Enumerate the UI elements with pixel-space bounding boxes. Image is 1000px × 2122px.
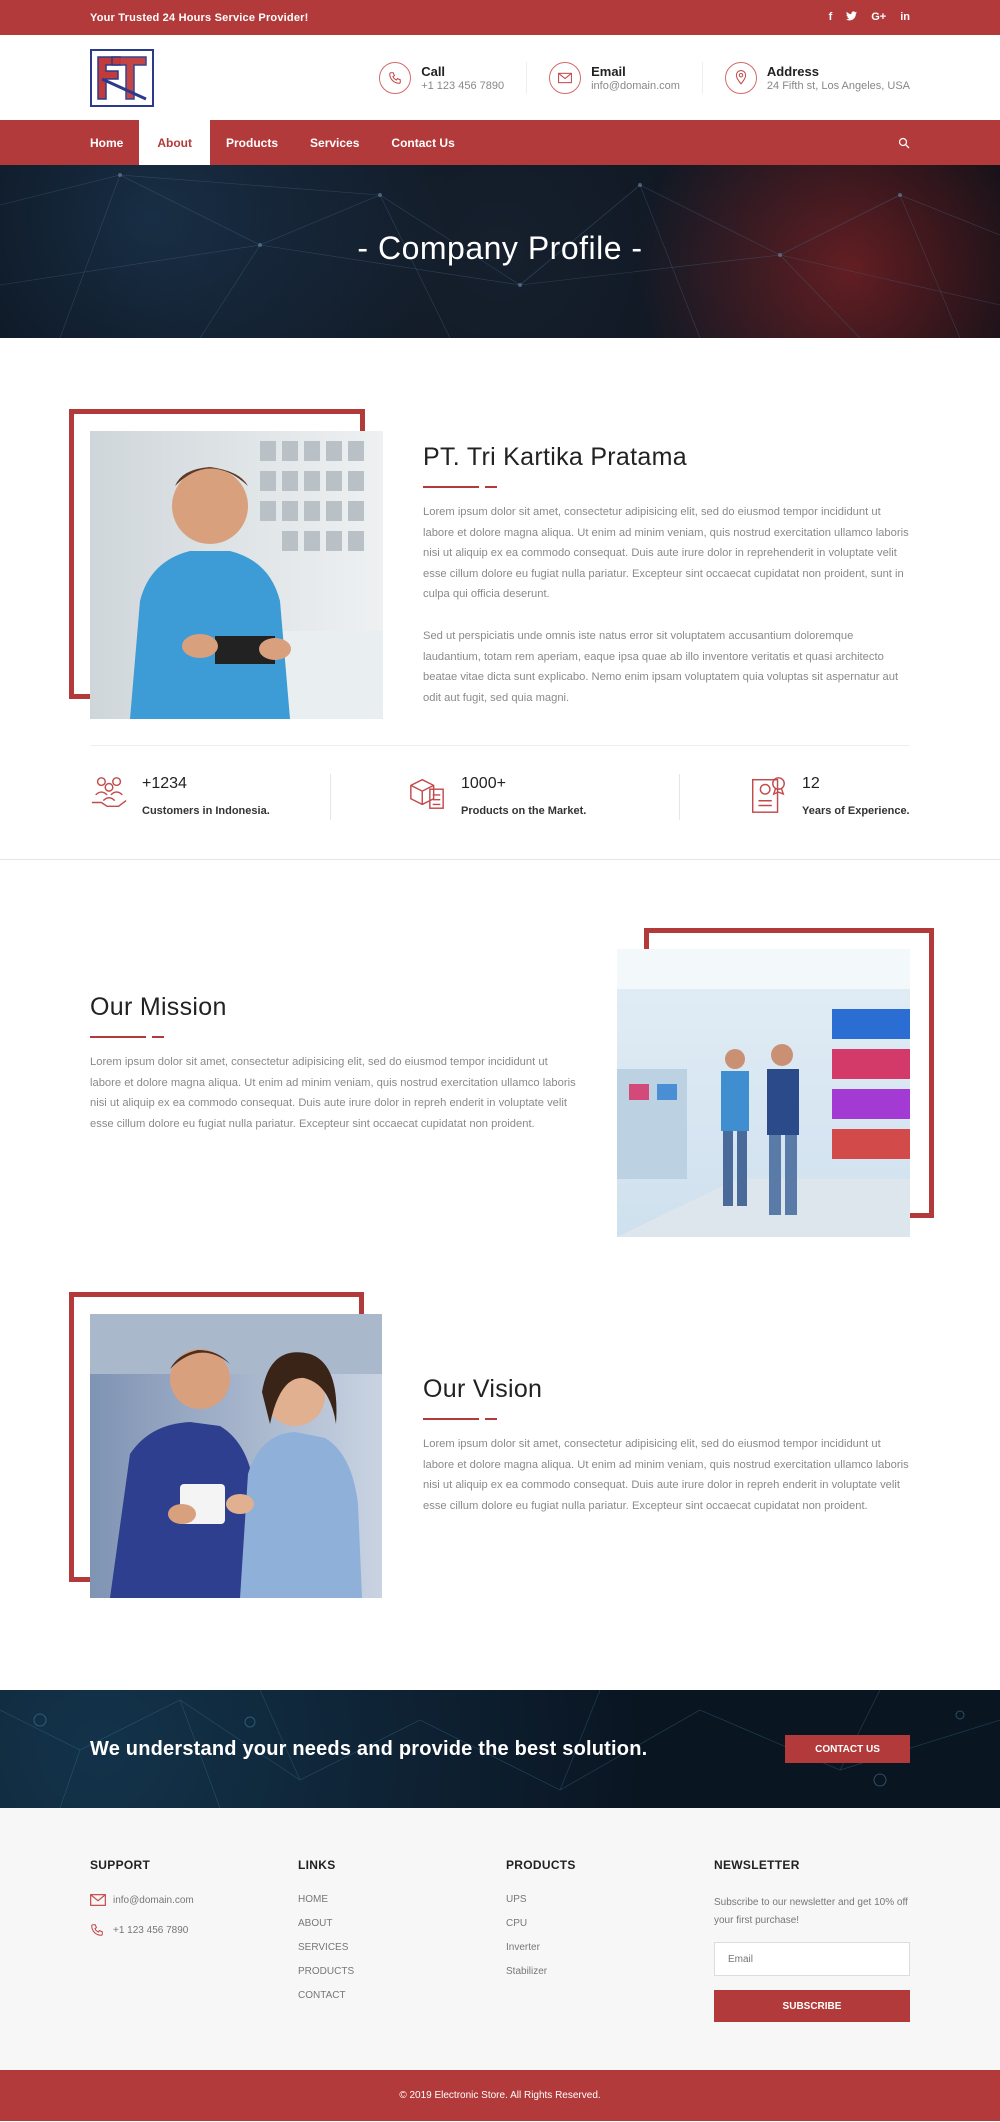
footer-product-inverter[interactable]: Inverter xyxy=(506,1942,714,1953)
contact-address[interactable]: Address 24 Fifth st, Los Angeles, USA xyxy=(701,61,910,94)
contact-address-value: 24 Fifth st, Los Angeles, USA xyxy=(766,79,910,92)
footer-product-stabilizer[interactable]: Stabilizer xyxy=(506,1966,714,1977)
vision-title: Our Vision xyxy=(423,1375,543,1403)
profile-photo xyxy=(90,431,383,719)
header: Call +1 123 456 7890 Email info@domain.c… xyxy=(0,35,1000,120)
footer-product-cpu[interactable]: CPU xyxy=(506,1918,714,1929)
company-logo[interactable] xyxy=(90,48,154,107)
cta-text: We understand your needs and provide the… xyxy=(90,1737,648,1760)
stat-customers: +1234 Customers in Indonesia. xyxy=(90,774,330,821)
footer-support-title: SUPPORT xyxy=(90,1858,151,1872)
mission-section: Our Mission Lorem ipsum dolor sit amet, … xyxy=(0,860,1000,1285)
customers-icon xyxy=(90,774,128,817)
newsletter-text: Subscribe to our newsletter and get 10% … xyxy=(714,1897,908,1926)
footer-newsletter-title: NEWSLETTER xyxy=(714,1858,800,1872)
social-links: f G+ in xyxy=(829,11,910,24)
title-underline xyxy=(423,486,913,488)
footer-link-contact[interactable]: CONTACT xyxy=(298,1990,506,2001)
nav-item-about[interactable]: About xyxy=(139,120,210,165)
linkedin-icon[interactable]: in xyxy=(900,11,910,24)
vision-section: Our Vision Lorem ipsum dolor sit amet, c… xyxy=(0,1285,1000,1690)
mission-photo xyxy=(617,949,910,1237)
phone-icon xyxy=(91,1924,103,1936)
page-banner: - Company Profile - xyxy=(0,165,1000,338)
top-bar: Your Trusted 24 Hours Service Provider! … xyxy=(0,0,1000,35)
stats-divider xyxy=(90,745,910,746)
contact-info: Call +1 123 456 7890 Email info@domain.c… xyxy=(357,61,910,94)
main-nav: Home About Products Services Contact Us xyxy=(0,120,1000,165)
footer-newsletter: NEWSLETTER Subscribe to our newsletter a… xyxy=(714,1858,910,2022)
footer-links-title: LINKS xyxy=(298,1858,336,1872)
footer-link-about[interactable]: ABOUT xyxy=(298,1918,506,1929)
newsletter-email-input[interactable] xyxy=(714,1942,910,1976)
footer-links: LINKS HOME ABOUT SERVICES PRODUCTS CONTA… xyxy=(298,1858,506,2022)
stat-products: 1000+ Products on the Market. xyxy=(331,774,679,821)
twitter-icon[interactable] xyxy=(846,11,858,24)
nav-menu: Home About Products Services Contact Us xyxy=(90,120,471,165)
phone-icon xyxy=(379,61,412,94)
footer-email-text: info@domain.com xyxy=(113,1894,194,1906)
stat-products-number: 1000+ xyxy=(461,775,506,792)
contact-call[interactable]: Call +1 123 456 7890 xyxy=(357,61,526,94)
subscribe-button[interactable]: SUBSCRIBE xyxy=(714,1990,910,2022)
map-pin-icon xyxy=(724,61,757,94)
stat-experience: 12 Years of Experience. xyxy=(680,774,910,821)
company-profile-section: PT. Tri Kartika Pratama Lorem ipsum dolo… xyxy=(0,338,1000,860)
profile-paragraph-2: Sed ut perspiciatis unde omnis iste natu… xyxy=(423,629,899,704)
stats-row: +1234 Customers in Indonesia. 1000+ Prod… xyxy=(90,774,910,821)
mission-title: Our Mission xyxy=(90,993,227,1021)
footer-products: PRODUCTS UPS CPU Inverter Stabilizer xyxy=(506,1858,714,2022)
stat-experience-number: 12 xyxy=(802,775,820,792)
mail-icon xyxy=(549,61,582,94)
title-underline xyxy=(423,1418,913,1420)
stat-experience-label: Years of Experience. xyxy=(802,805,910,817)
contact-call-title: Call xyxy=(421,63,446,79)
footer-link-services[interactable]: SERVICES xyxy=(298,1942,506,1953)
stat-customers-label: Customers in Indonesia. xyxy=(142,805,270,817)
footer-link-home[interactable]: HOME xyxy=(298,1894,506,1905)
contact-email[interactable]: Email info@domain.com xyxy=(526,61,702,94)
certificate-icon xyxy=(748,774,788,821)
cta-banner: We understand your needs and provide the… xyxy=(0,1690,1000,1808)
mission-text: Lorem ipsum dolor sit amet, consectetur … xyxy=(90,1056,576,1130)
profile-paragraph-1: Lorem ipsum dolor sit amet, consectetur … xyxy=(423,506,909,601)
contact-email-value: info@domain.com xyxy=(591,79,680,92)
contact-us-button[interactable]: CONTACT US xyxy=(785,1735,910,1763)
footer-email[interactable]: info@domain.com xyxy=(90,1894,298,1906)
footer-products-title: PRODUCTS xyxy=(506,1858,576,1872)
footer-support: SUPPORT info@domain.com +1 123 456 7890 xyxy=(90,1858,298,2022)
company-name: PT. Tri Kartika Pratama xyxy=(423,443,687,471)
contact-call-value: +1 123 456 7890 xyxy=(421,79,505,92)
contact-email-title: Email xyxy=(591,63,626,79)
footer-phone-text: +1 123 456 7890 xyxy=(113,1924,189,1936)
footer: SUPPORT info@domain.com +1 123 456 7890 … xyxy=(0,1808,1000,2070)
page-title: - Company Profile - xyxy=(357,230,643,266)
products-box-icon xyxy=(407,774,447,817)
search-icon[interactable] xyxy=(898,137,910,149)
nav-item-contact-us[interactable]: Contact Us xyxy=(375,120,470,165)
nav-item-home[interactable]: Home xyxy=(90,120,139,165)
google-plus-icon[interactable]: G+ xyxy=(871,11,886,24)
copyright-bar: © 2019 Electronic Store. All Rights Rese… xyxy=(0,2070,1000,2121)
title-underline xyxy=(90,1036,580,1038)
stat-customers-number: +1234 xyxy=(142,775,187,792)
stat-products-label: Products on the Market. xyxy=(461,805,587,817)
vision-text: Lorem ipsum dolor sit amet, consectetur … xyxy=(423,1438,909,1512)
footer-product-ups[interactable]: UPS xyxy=(506,1894,714,1905)
facebook-icon[interactable]: f xyxy=(829,11,833,24)
nav-item-products[interactable]: Products xyxy=(210,120,294,165)
footer-link-products[interactable]: PRODUCTS xyxy=(298,1966,506,1977)
tagline: Your Trusted 24 Hours Service Provider! xyxy=(90,11,309,24)
contact-address-title: Address xyxy=(766,63,819,79)
vision-photo xyxy=(90,1314,382,1598)
nav-item-services[interactable]: Services xyxy=(294,120,375,165)
mail-icon xyxy=(90,1894,106,1906)
copyright-text: © 2019 Electronic Store. All Rights Rese… xyxy=(399,2090,601,2101)
footer-phone[interactable]: +1 123 456 7890 xyxy=(90,1923,298,1937)
